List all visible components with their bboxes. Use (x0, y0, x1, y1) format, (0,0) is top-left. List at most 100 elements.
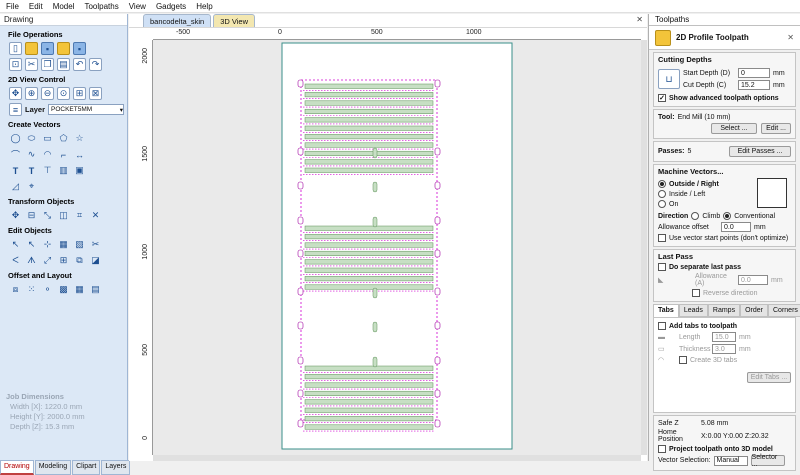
edit-tool-button[interactable]: Edit ... (761, 123, 791, 134)
close-icon[interactable]: ✕ (636, 15, 643, 24)
menu-item[interactable]: Toolpaths (84, 2, 118, 11)
horizontal-scrollbar[interactable] (153, 455, 641, 461)
autolayout-icon[interactable]: ▥ (57, 164, 70, 177)
add-tabs-checkbox[interactable] (658, 322, 666, 330)
polygon-icon[interactable]: ⬠ (57, 132, 70, 145)
cut-icon[interactable]: ✂ (25, 58, 38, 71)
node-select-icon[interactable]: ↖ (25, 238, 38, 251)
tab-3d-view[interactable]: 3D View (213, 14, 256, 27)
climb-radio[interactable] (691, 212, 700, 220)
select-arrow-icon[interactable]: ↖ (9, 238, 22, 251)
rotate-icon[interactable]: ✕ (89, 209, 102, 222)
start-depth-field[interactable]: 0 (738, 68, 770, 78)
join-icon[interactable]: ᐸ (9, 254, 22, 267)
ellipse-icon[interactable]: ⬭ (25, 132, 38, 145)
vertical-scrollbar[interactable] (641, 40, 647, 455)
align-icon[interactable]: ⊟ (25, 209, 38, 222)
node-edit-icon[interactable]: ⌖ (25, 180, 38, 193)
zoom-out-icon[interactable]: ⊖ (41, 87, 54, 100)
group-icon[interactable]: ▦ (57, 238, 70, 251)
project-checkbox[interactable] (658, 445, 666, 453)
zoom-all-icon[interactable]: ⊞ (73, 87, 86, 100)
scale-icon[interactable]: ⤡ (41, 209, 54, 222)
circle-icon[interactable]: ◯ (9, 132, 22, 145)
star-icon[interactable]: ☆ (73, 132, 86, 145)
tab-corners[interactable]: Corners (768, 304, 800, 317)
text-icon[interactable]: T (9, 164, 22, 177)
pan-icon[interactable]: ✥ (9, 87, 22, 100)
mirror-icon[interactable]: ◫ (57, 209, 70, 222)
layer-dropdown[interactable]: POCKET5MM ▾ (48, 104, 125, 115)
tab-document[interactable]: bancodelta_skin (143, 14, 212, 27)
weld-icon[interactable]: ✂ (89, 238, 102, 251)
trim-icon[interactable]: ⤢ (41, 254, 54, 267)
text-on-curve-icon[interactable]: T (25, 164, 38, 177)
advanced-checkbox[interactable]: ✓ (658, 94, 666, 102)
menu-item[interactable]: View (129, 2, 146, 11)
fillet-icon[interactable]: ⌐ (57, 148, 70, 161)
undo-icon[interactable]: ↶ (73, 58, 86, 71)
intersect-icon[interactable]: ◪ (89, 254, 102, 267)
create-3d-checkbox[interactable] (679, 356, 687, 364)
separate-pass-checkbox[interactable] (658, 263, 666, 271)
drawing-canvas[interactable] (153, 40, 641, 455)
node-draw-icon[interactable]: ◿ (9, 180, 22, 193)
close-icon[interactable]: ✕ (787, 33, 794, 42)
on-radio[interactable] (658, 200, 666, 208)
last-allowance-field[interactable]: 0.0 (738, 275, 768, 285)
menu-item[interactable]: Edit (29, 2, 43, 11)
tab-clipart[interactable]: Clipart (72, 460, 101, 475)
allowance-field[interactable]: 0.0 (721, 222, 751, 232)
tab-drawing[interactable]: Drawing (0, 460, 34, 475)
job-setup-icon[interactable]: ⊡ (9, 58, 22, 71)
edit-passes-button[interactable]: Edit Passes ... (729, 146, 791, 157)
move-icon[interactable]: ✥ (9, 209, 22, 222)
cut-depth-field[interactable]: 15.2 (738, 80, 770, 90)
extend-icon[interactable]: ⊞ (57, 254, 70, 267)
menu-item[interactable]: Gadgets (156, 2, 186, 11)
redo-icon[interactable]: ↷ (89, 58, 102, 71)
dimension-icon[interactable]: ↔ (73, 148, 86, 161)
menu-item[interactable]: Help (196, 2, 212, 11)
nesting-icon[interactable]: ▩ (57, 283, 70, 296)
save-icon[interactable]: ▪ (41, 42, 54, 55)
tab-layers[interactable]: Layers (101, 460, 131, 475)
bitmap-trace-icon[interactable]: ▣ (73, 164, 86, 177)
rectangle-icon[interactable]: ▭ (41, 132, 54, 145)
ungroup-icon[interactable]: ▧ (73, 238, 86, 251)
zoom-in-icon[interactable]: ⊕ (25, 87, 38, 100)
array-icon[interactable]: ⁙ (25, 283, 38, 296)
thickness-field[interactable]: 3.0 (712, 344, 736, 354)
interactive-icon[interactable]: ⊹ (41, 238, 54, 251)
text-arc-icon[interactable]: ⊤ (41, 164, 54, 177)
curve-icon[interactable]: ∿ (25, 148, 38, 161)
conventional-radio[interactable] (723, 212, 732, 220)
open-project-icon[interactable] (57, 42, 70, 55)
subtract-icon[interactable]: ⧉ (73, 254, 86, 267)
paste-icon[interactable]: ▤ (57, 58, 70, 71)
menu-item[interactable]: Model (53, 2, 75, 11)
tab-ramps[interactable]: Ramps (707, 304, 741, 317)
edit-tabs-button[interactable]: Edit Tabs ... (747, 372, 791, 383)
import-icon[interactable]: ▪ (73, 42, 86, 55)
tab-order[interactable]: Order (740, 304, 768, 317)
fit-icon[interactable]: ▦ (73, 283, 86, 296)
arc-icon[interactable]: ◠ (41, 148, 54, 161)
length-field[interactable]: 15.0 (712, 332, 736, 342)
new-file-icon[interactable]: ▯ (9, 42, 22, 55)
start-points-checkbox[interactable] (658, 234, 666, 242)
menu-item[interactable]: File (6, 2, 19, 11)
inside-radio[interactable] (658, 190, 666, 198)
distort-icon[interactable]: ⌗ (73, 209, 86, 222)
circular-array-icon[interactable]: ⚬ (41, 283, 54, 296)
tab-modeling[interactable]: Modeling (34, 460, 72, 475)
outside-radio[interactable] (658, 180, 666, 188)
offset-icon[interactable]: ⧈ (9, 283, 22, 296)
reverse-checkbox[interactable] (692, 289, 700, 297)
tab-tabs[interactable]: Tabs (653, 304, 679, 317)
close-vector-icon[interactable]: ᗑ (25, 254, 38, 267)
zoom-fit-icon[interactable]: ⊙ (57, 87, 70, 100)
zoom-selection-icon[interactable]: ⊠ (89, 87, 102, 100)
polyline-icon[interactable]: ⌒ (9, 148, 22, 161)
tab-leads[interactable]: Leads (678, 304, 708, 317)
